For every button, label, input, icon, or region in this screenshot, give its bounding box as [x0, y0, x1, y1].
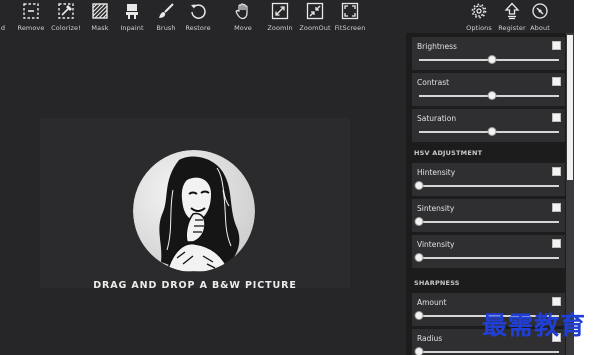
radius-label: Radius: [417, 334, 443, 343]
saturation-label: Saturation: [417, 114, 457, 123]
colorize-label: Colorize!: [51, 24, 81, 32]
move-label: Move: [234, 24, 252, 32]
zoomout-button[interactable]: ZoomOut: [298, 0, 332, 33]
vintensity-label: Vintensity: [417, 240, 455, 249]
sintensity-control: Sintensity: [412, 199, 565, 232]
restore-label: Restore: [185, 24, 211, 32]
radius-slider-handle[interactable]: [414, 347, 424, 355]
amount-label: Amount: [417, 298, 447, 307]
register-label: Register: [498, 24, 526, 32]
about-button[interactable]: About: [527, 0, 553, 33]
contrast-label: Contrast: [417, 78, 450, 87]
inpaint-button[interactable]: Inpaint: [117, 0, 147, 33]
mask-icon: [90, 1, 110, 21]
about-label: About: [530, 24, 550, 32]
fitscreen-label: FitScreen: [334, 24, 366, 32]
sintensity-slider-handle[interactable]: [414, 217, 424, 226]
inpaint-label: Inpaint: [120, 24, 144, 32]
contrast-slider-handle[interactable]: [487, 91, 497, 100]
vintensity-checkbox[interactable]: [552, 239, 561, 248]
zoomout-label: ZoomOut: [299, 24, 331, 32]
watermark-logo: 最需教育: [482, 311, 587, 340]
brightness-control: Brightness: [412, 37, 565, 70]
vintensity-slider-handle[interactable]: [414, 253, 424, 262]
brush-icon: [156, 1, 176, 21]
hsv-section-title: HSV ADJUSTMENT: [414, 149, 483, 157]
hintensity-checkbox[interactable]: [552, 167, 561, 176]
contrast-control: Contrast: [412, 73, 565, 106]
load-icon: [0, 1, 13, 21]
hintensity-control: Hintensity: [412, 163, 565, 196]
brightness-label: Brightness: [417, 42, 457, 51]
sintensity-checkbox[interactable]: [552, 203, 561, 212]
sintensity-track[interactable]: [419, 221, 559, 223]
gear-icon: [469, 1, 489, 21]
load-label: d: [0, 24, 6, 32]
vintensity-track[interactable]: [419, 257, 559, 259]
fitscreen-button[interactable]: FitScreen: [335, 0, 365, 33]
hintensity-label: Hintensity: [417, 168, 456, 177]
sample-portrait-image: [133, 150, 255, 272]
mask-label: Mask: [91, 24, 109, 32]
options-label: Options: [466, 24, 492, 32]
zoom-out-icon: [305, 1, 325, 21]
remove-button[interactable]: Remove: [16, 0, 46, 33]
vintensity-control: Vintensity: [412, 235, 565, 268]
zoom-in-icon: [270, 1, 290, 21]
options-button[interactable]: Options: [465, 0, 493, 33]
restore-button[interactable]: Restore: [184, 0, 212, 33]
zoomin-label: ZoomIn: [267, 24, 293, 32]
brush-label: Brush: [156, 24, 176, 32]
contrast-checkbox[interactable]: [552, 77, 561, 86]
saturation-checkbox[interactable]: [552, 113, 561, 122]
remove-icon: [21, 1, 41, 21]
compass-icon: [530, 1, 550, 21]
remove-label: Remove: [17, 24, 45, 32]
load-button[interactable]: d: [0, 0, 10, 33]
drop-instruction: DRAG AND DROP A B&W PICTURE: [93, 280, 297, 291]
amount-slider-handle[interactable]: [414, 311, 424, 320]
register-button[interactable]: Register: [498, 0, 526, 33]
move-button[interactable]: Move: [231, 0, 255, 33]
upload-icon: [502, 1, 522, 21]
window-edge: [574, 0, 608, 355]
colorize-button[interactable]: Colorize!: [49, 0, 83, 33]
fit-screen-icon: [340, 1, 360, 21]
hand-icon: [233, 1, 253, 21]
panel-scrollbar-thumb[interactable]: [567, 35, 573, 180]
sharpness-section-title: SHARPNESS: [414, 279, 460, 287]
radius-track[interactable]: [419, 351, 559, 353]
hintensity-slider-handle[interactable]: [414, 181, 424, 190]
amount-checkbox[interactable]: [552, 297, 561, 306]
mask-button[interactable]: Mask: [87, 0, 113, 33]
restore-icon: [188, 1, 208, 21]
colorize-icon: [56, 1, 76, 21]
zoomin-button[interactable]: ZoomIn: [265, 0, 295, 33]
hintensity-track[interactable]: [419, 185, 559, 187]
saturation-control: Saturation: [412, 109, 565, 142]
brush-button[interactable]: Brush: [153, 0, 179, 33]
brightness-slider-handle[interactable]: [487, 55, 497, 64]
toolbar: d Remove Colorize! Mask Inpaint Brush Re…: [0, 0, 608, 33]
saturation-slider-handle[interactable]: [487, 127, 497, 136]
inpaint-icon: [122, 1, 142, 21]
brightness-checkbox[interactable]: [552, 41, 561, 50]
sintensity-label: Sintensity: [417, 204, 455, 213]
